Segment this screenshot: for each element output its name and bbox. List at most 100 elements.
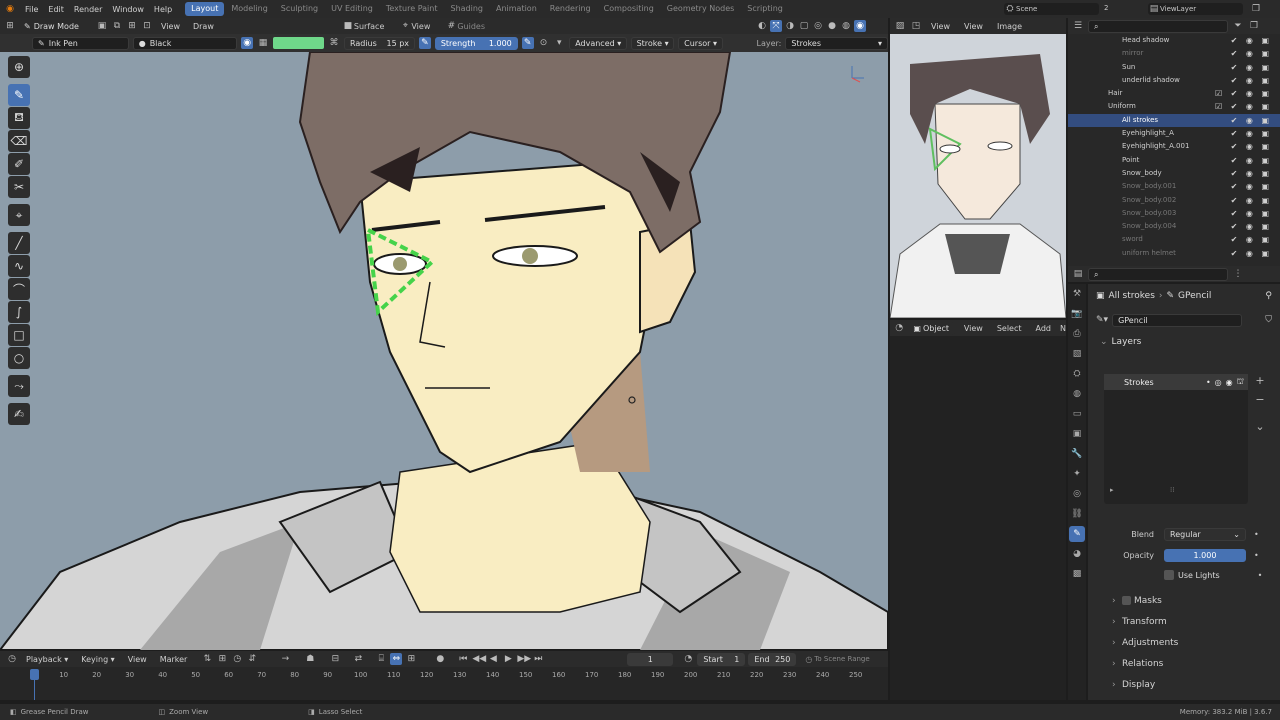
- constraints-tab-icon[interactable]: ⛓: [1069, 506, 1085, 522]
- editor-type-icon[interactable]: ◔: [894, 322, 904, 334]
- outliner-row[interactable]: uniform helmet ✔ ◉ ▣: [1068, 247, 1280, 260]
- specials-icon[interactable]: ⌄: [1255, 420, 1264, 433]
- keyframe-dot-icon[interactable]: •: [1254, 551, 1259, 560]
- view-layer-selector[interactable]: ▤ ViewLayer: [1148, 3, 1243, 15]
- options-icon[interactable]: ⋮: [1232, 268, 1244, 280]
- tab-scripting[interactable]: Scripting: [741, 2, 789, 16]
- menu-view[interactable]: View: [959, 324, 988, 333]
- stabilizer-icon[interactable]: ⊙: [538, 37, 550, 49]
- wireframe-shading-icon[interactable]: ◎: [812, 20, 824, 32]
- eyedropper-tool-icon[interactable]: ⌖: [8, 204, 30, 226]
- data-block-name[interactable]: GPencil: [1112, 313, 1243, 327]
- start-frame-field[interactable]: Start 1: [697, 652, 746, 666]
- editor-type-icon[interactable]: ⊞: [4, 20, 16, 32]
- object-mode-dropdown[interactable]: ▣ Object: [908, 321, 955, 335]
- annotate-tool-icon[interactable]: ✍: [8, 403, 30, 425]
- section-transform[interactable]: Transform: [1108, 612, 1268, 633]
- outliner-row[interactable]: Eyehighlight_A ✔ ◉ ▣: [1068, 127, 1280, 140]
- expand-arrow-icon[interactable]: ▸: [1110, 486, 1114, 494]
- visibility-icon[interactable]: ◐: [756, 20, 768, 32]
- outliner-row[interactable]: sword ✔ ◉ ▣: [1068, 233, 1280, 246]
- interpolate-tool-icon[interactable]: ⤳: [8, 375, 30, 397]
- eyedropper-icon[interactable]: ⌘: [328, 37, 340, 49]
- layer-item-strokes[interactable]: Strokes • ◎ ◉ ⛫: [1104, 374, 1248, 390]
- menu-render[interactable]: Render: [69, 5, 107, 14]
- use-lights-row[interactable]: Use Lights •: [1164, 568, 1262, 582]
- color-swatch[interactable]: [272, 37, 325, 49]
- next-key-icon[interactable]: ▶▶: [517, 653, 531, 665]
- prev-key-icon[interactable]: ◀◀: [472, 653, 486, 665]
- cursor-tool-icon[interactable]: ⊕: [8, 56, 30, 78]
- menu-view[interactable]: View: [123, 655, 152, 664]
- timeline-ruler[interactable]: 1102030405060708090100110120130140150160…: [0, 667, 888, 700]
- advanced-dropdown[interactable]: Advanced ▾: [569, 36, 627, 50]
- tab-modeling[interactable]: Modeling: [225, 2, 273, 16]
- jump-start-icon[interactable]: ⏮: [457, 653, 469, 665]
- menu-view[interactable]: View: [156, 22, 185, 31]
- interpolate-icon[interactable]: ⇄: [352, 653, 364, 665]
- clock-icon[interactable]: ◷: [231, 653, 243, 665]
- section-relations[interactable]: Relations: [1108, 654, 1268, 675]
- blend-dropdown[interactable]: Regular ⌄: [1164, 527, 1246, 541]
- section-masks[interactable]: Masks: [1108, 591, 1268, 612]
- viewport-canvas[interactable]: ⊕ ✎ ⛾ ⌫ ✐ ✂ ⌖ ╱ ∿ ⌒ ∫ □ ○ ⤳ ✍: [0, 52, 888, 650]
- row-visibility-icons[interactable]: ✔ ◉ ▣: [1231, 220, 1272, 233]
- scene-tab-icon[interactable]: ⛭: [1069, 366, 1085, 382]
- select-all-icon[interactable]: ▣: [96, 20, 108, 32]
- jump-end-icon[interactable]: ⏭: [532, 653, 544, 665]
- outliner-row[interactable]: Uniform ☑ ✔ ◉ ▣: [1068, 100, 1280, 113]
- timeline-type-icon[interactable]: ◷: [6, 653, 18, 665]
- menu-add[interactable]: Add: [1031, 324, 1057, 333]
- tab-texture-paint[interactable]: Texture Paint: [380, 2, 444, 16]
- outliner-row[interactable]: Snow_body.003 ✔ ◉ ▣: [1068, 207, 1280, 220]
- tab-sculpting[interactable]: Sculpting: [275, 2, 324, 16]
- texture-tab-icon[interactable]: ▩: [1069, 566, 1085, 582]
- new-collection-icon[interactable]: ❐: [1248, 20, 1260, 32]
- outliner-search[interactable]: ⌕: [1088, 19, 1228, 33]
- outliner-row[interactable]: underlid shadow ✔ ◉ ▣: [1068, 74, 1280, 87]
- onion-skin-icon[interactable]: ◎: [1215, 378, 1222, 387]
- row-visibility-icons[interactable]: ✔ ◉ ▣: [1231, 233, 1272, 246]
- section-adjustments[interactable]: Adjustments: [1108, 633, 1268, 654]
- render-tab-icon[interactable]: 📷: [1069, 306, 1085, 322]
- outliner-row[interactable]: Hair ☑ ✔ ◉ ▣: [1068, 87, 1280, 100]
- line-tool-icon[interactable]: ╱: [8, 232, 30, 254]
- rendered-shading-icon[interactable]: ◉: [854, 20, 866, 32]
- material-shading-icon[interactable]: ◍: [840, 20, 852, 32]
- falloff-icon[interactable]: ▾: [553, 37, 565, 49]
- curve-tool-icon[interactable]: ∫: [8, 301, 30, 323]
- row-visibility-icons[interactable]: ✔ ◉ ▣: [1231, 167, 1272, 180]
- auto-merge-icon[interactable]: ⊞: [216, 653, 228, 665]
- cursor-dropdown[interactable]: Cursor ▾: [678, 36, 723, 50]
- menu-draw[interactable]: Draw: [188, 22, 219, 31]
- current-frame-field[interactable]: 1: [627, 652, 674, 666]
- world-tab-icon[interactable]: ◍: [1069, 386, 1085, 402]
- outliner-row[interactable]: Snow_body.002 ✔ ◉ ▣: [1068, 194, 1280, 207]
- menu-file[interactable]: File: [20, 5, 43, 14]
- outliner-row[interactable]: Sun ✔ ◉ ▣: [1068, 61, 1280, 74]
- effects-tab-icon[interactable]: ✦: [1069, 466, 1085, 482]
- tab-rendering[interactable]: Rendering: [544, 2, 597, 16]
- polyline-tool-icon[interactable]: ∿: [8, 255, 30, 277]
- play-icon[interactable]: ▶: [502, 653, 514, 665]
- object-tab-icon[interactable]: ▣: [1069, 426, 1085, 442]
- strength-field[interactable]: Strength 1.000: [434, 36, 518, 50]
- row-visibility-icons[interactable]: ✔ ◉ ▣: [1231, 154, 1272, 167]
- outliner-row[interactable]: Snow_body.004 ✔ ◉ ▣: [1068, 220, 1280, 233]
- eye-icon[interactable]: ◉: [1226, 378, 1233, 387]
- color-mode-icon[interactable]: ◉: [241, 37, 254, 49]
- row-visibility-icons[interactable]: ☑ ✔ ◉ ▣: [1215, 100, 1272, 113]
- view-mode-icon[interactable]: ◳: [910, 20, 922, 32]
- new-window-icon[interactable]: ❐: [1250, 3, 1262, 15]
- menu-playback[interactable]: Playback ▾: [21, 655, 73, 664]
- gizmo-icon[interactable]: ⤧: [770, 20, 782, 32]
- layers-icon[interactable]: ⊟: [329, 653, 341, 665]
- tab-animation[interactable]: Animation: [490, 2, 543, 16]
- outliner-row[interactable]: Snow_body ✔ ◉ ▣: [1068, 167, 1280, 180]
- menu-select[interactable]: Select: [992, 324, 1027, 333]
- draw-tool-icon[interactable]: ✎: [8, 84, 30, 106]
- row-visibility-icons[interactable]: ✔ ◉ ▣: [1231, 47, 1272, 60]
- record-icon[interactable]: ●: [434, 653, 446, 665]
- snap-icon[interactable]: ⇵: [246, 653, 258, 665]
- properties-search[interactable]: ⌕: [1088, 267, 1228, 281]
